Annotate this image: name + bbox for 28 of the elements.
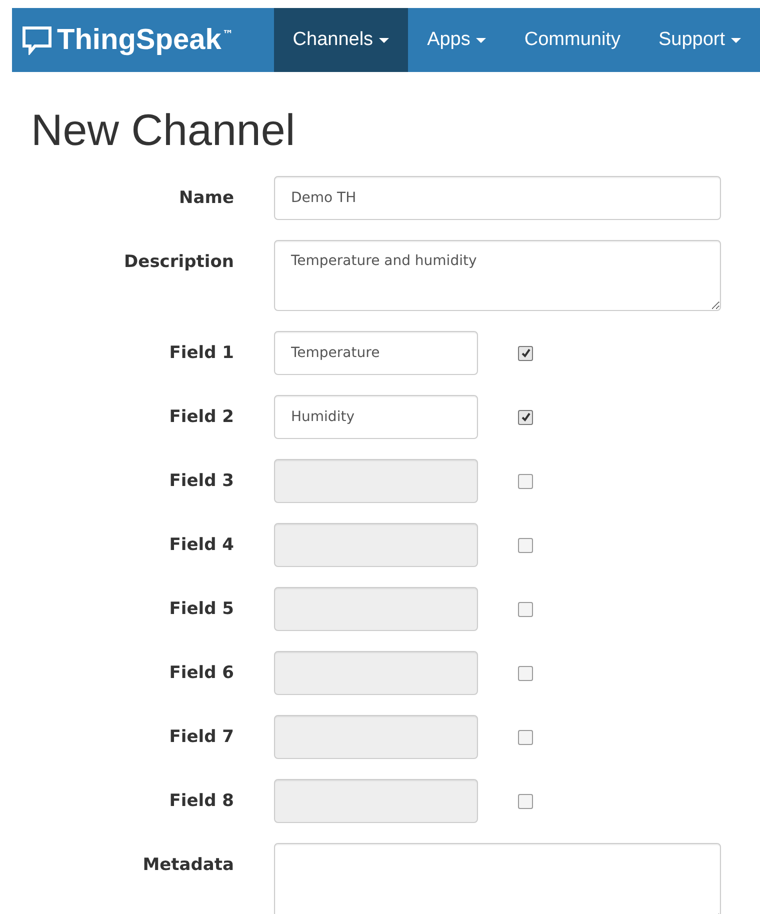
checkbox[interactable] (518, 346, 533, 360)
page-title: New Channel (31, 106, 296, 156)
speech-bubble-icon (21, 25, 53, 55)
field-label: Field 7 (168, 727, 234, 747)
nav-item[interactable]: Support (639, 8, 760, 72)
trademark-mark: ™ (222, 28, 234, 41)
field-label: Description (123, 252, 234, 272)
field-label: Metadata (142, 855, 234, 875)
nav-item[interactable]: Channels (274, 8, 408, 72)
field-label: Field 2 (168, 407, 234, 427)
caret-icon (379, 38, 390, 42)
name-input[interactable]: Demo TH (274, 176, 721, 220)
field-label: Field 1 (168, 343, 234, 363)
checkbox[interactable] (518, 410, 533, 424)
field-input[interactable]: Temperature (274, 331, 478, 375)
caret-icon (476, 38, 486, 42)
nav-item[interactable]: Community (505, 8, 640, 72)
field-label: Field 6 (168, 663, 234, 683)
field-input[interactable]: Humidity (274, 395, 478, 439)
caret-icon (731, 38, 741, 42)
field-label: Field 5 (168, 599, 234, 619)
field-label: Field 4 (168, 535, 234, 555)
brand-name[interactable]: ThingSpeak (57, 24, 222, 56)
field-label: Field 8 (168, 791, 234, 811)
nav-item[interactable]: Apps (408, 8, 506, 72)
field-label: Name (178, 188, 234, 208)
field-label: Field 3 (168, 471, 234, 491)
description-textarea[interactable]: Temperature and humidity (274, 240, 721, 311)
